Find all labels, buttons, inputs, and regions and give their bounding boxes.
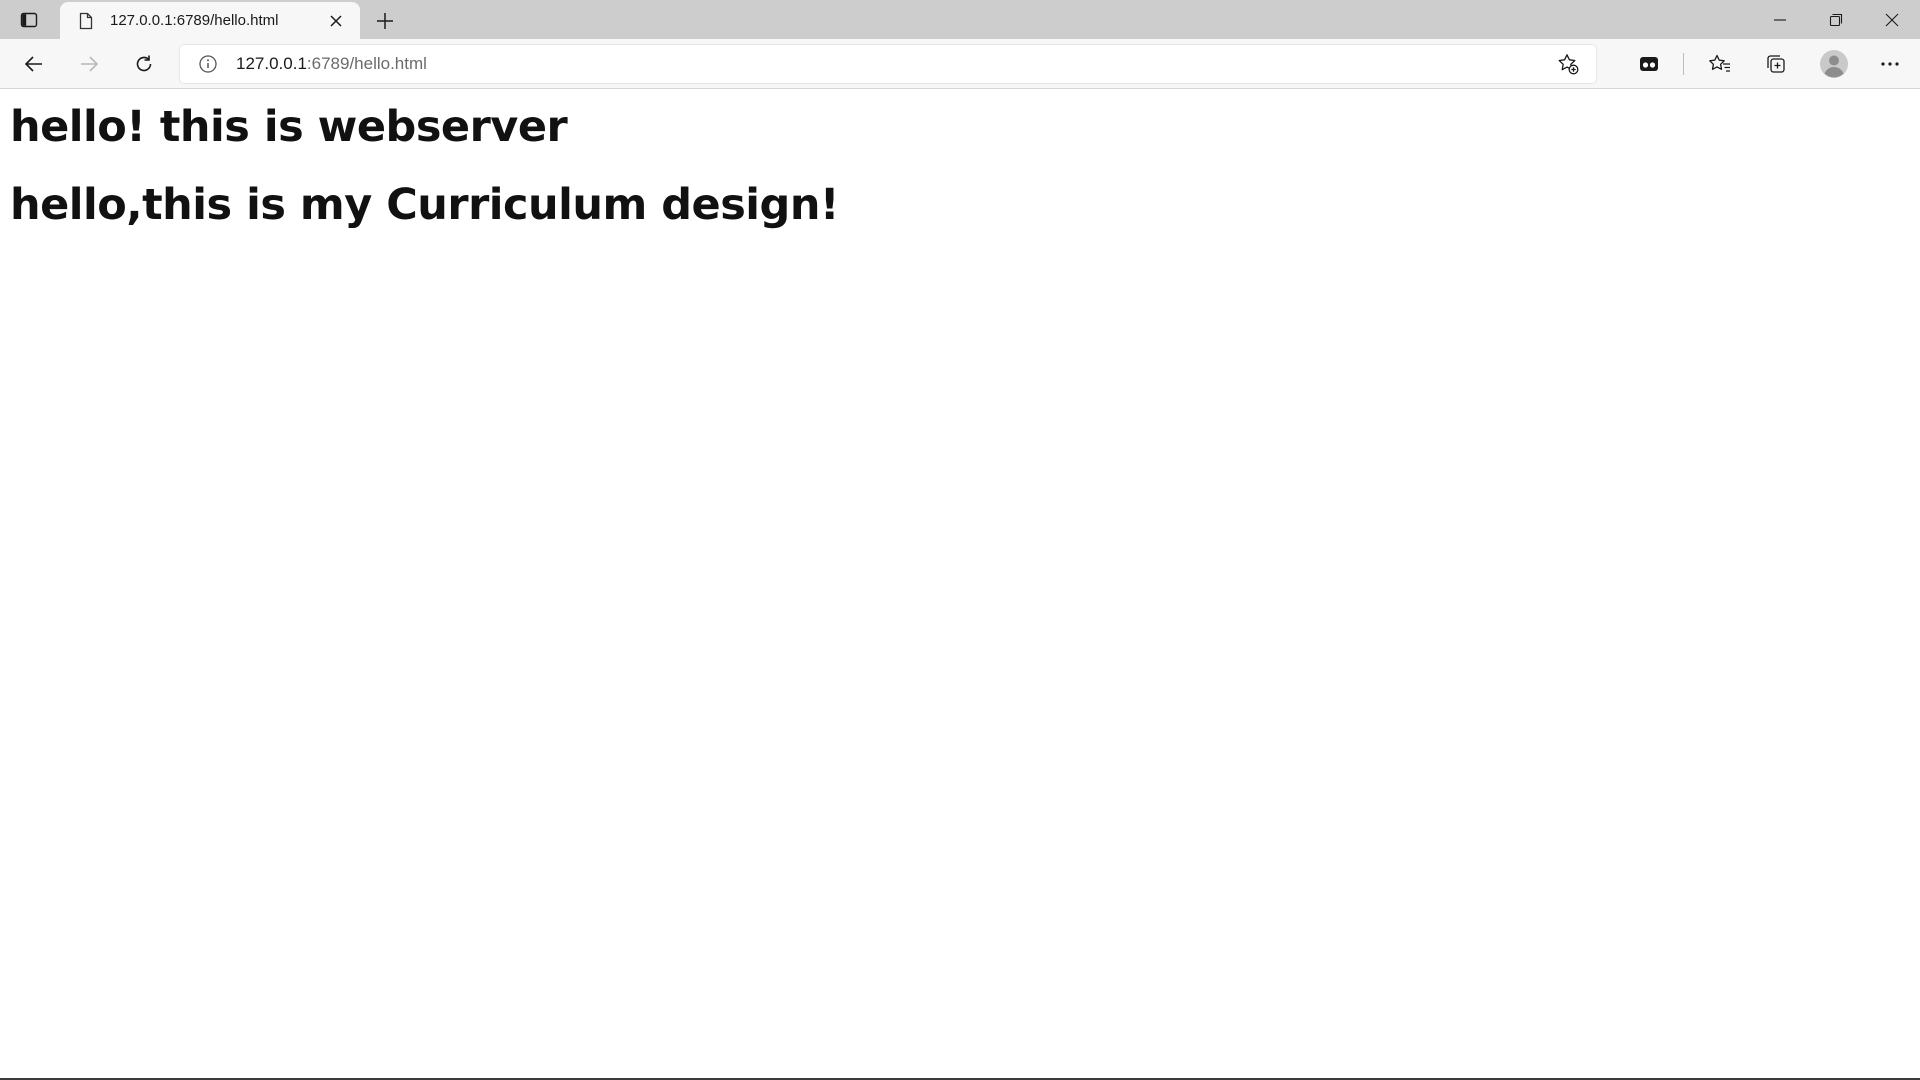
minimize-icon: [1773, 13, 1787, 27]
url-host: 127.0.0.1: [236, 54, 307, 73]
extension-icon: [1638, 53, 1660, 75]
plus-icon: [375, 11, 395, 31]
window-controls: [1752, 0, 1920, 39]
avatar-icon: [1819, 49, 1849, 79]
tab-actions-button[interactable]: [0, 0, 58, 39]
tab-title: 127.0.0.1:6789/hello.html: [110, 12, 279, 29]
restore-button[interactable]: [1808, 0, 1864, 39]
restore-icon: [1829, 13, 1843, 27]
favorites-icon: [1708, 53, 1732, 75]
tab-actions-icon: [19, 10, 39, 30]
back-button[interactable]: [12, 44, 56, 84]
arrow-right-icon: [78, 53, 100, 75]
address-bar[interactable]: 127.0.0.1:6789/hello.html: [180, 45, 1596, 83]
url-path: :6789/hello.html: [306, 54, 427, 73]
favorites-button[interactable]: [1698, 44, 1742, 84]
arrow-left-icon: [23, 53, 45, 75]
page-viewport: hello! this is webserver hello,this is m…: [0, 90, 1920, 1080]
tab-strip: 127.0.0.1:6789/hello.html: [0, 0, 1920, 39]
page-icon: [76, 11, 96, 31]
address-text[interactable]: 127.0.0.1:6789/hello.html: [236, 54, 427, 74]
forward-button[interactable]: [67, 44, 111, 84]
refresh-icon: [133, 53, 155, 75]
settings-menu-button[interactable]: [1868, 44, 1912, 84]
star-plus-icon[interactable]: [1556, 52, 1580, 76]
close-icon[interactable]: [324, 9, 348, 33]
collections-icon: [1765, 53, 1787, 75]
new-tab-button[interactable]: [364, 2, 406, 39]
refresh-button[interactable]: [122, 44, 166, 84]
minimize-button[interactable]: [1752, 0, 1808, 39]
profile-button[interactable]: [1812, 44, 1856, 84]
toolbar-divider: [1683, 53, 1684, 75]
extension-button[interactable]: [1627, 44, 1671, 84]
active-tab[interactable]: 127.0.0.1:6789/hello.html: [60, 2, 360, 39]
toolbar-right: [1627, 39, 1920, 89]
page-heading-curriculum: hello,this is my Curriculum design!: [10, 180, 840, 230]
close-window-icon: [1885, 13, 1899, 27]
collections-button[interactable]: [1754, 44, 1798, 84]
navigation-toolbar: 127.0.0.1:6789/hello.html: [0, 39, 1920, 89]
page-heading-webserver: hello! this is webserver: [10, 102, 568, 152]
info-icon[interactable]: [188, 45, 228, 83]
more-icon: [1880, 61, 1900, 67]
close-window-button[interactable]: [1864, 0, 1920, 39]
